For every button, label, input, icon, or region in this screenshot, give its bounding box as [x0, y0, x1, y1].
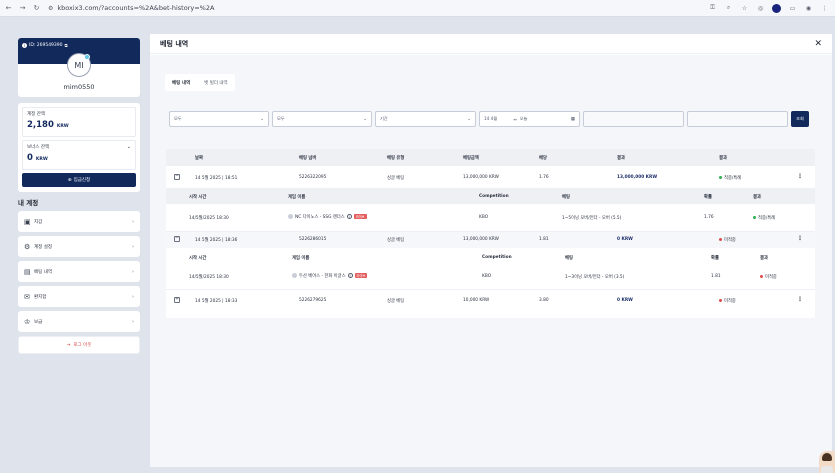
page-title: 베팅 내역 — [160, 39, 189, 48]
sidebar-item-wallet[interactable]: ▣ 지갑 › — [18, 211, 140, 232]
status-badge: 미적중 — [760, 274, 777, 280]
more-icon[interactable]: ⋮ — [820, 4, 829, 13]
bonus-balance[interactable]: 보너스 잔액 ⌄ 0 KRW — [22, 140, 136, 170]
deposit-button[interactable]: ⊕ 입금신청 — [22, 173, 136, 187]
sidebar-item-inbox[interactable]: ✉ 환지함 › — [18, 286, 140, 307]
more-options-icon[interactable]: ⋮ — [797, 296, 803, 303]
extension-icon[interactable]: ◎ — [756, 4, 765, 13]
chevron-right-icon: › — [132, 218, 134, 225]
main-balance: 계정 잔액 2,180 KRW — [22, 107, 136, 137]
close-icon[interactable]: ✕ — [814, 39, 822, 49]
chevron-down-icon: ⌄ — [260, 116, 264, 122]
panel-header: 베팅 내역 ✕ — [150, 34, 832, 54]
username: mim0550 — [63, 83, 95, 91]
status-badge: 적중/특례 — [719, 175, 741, 181]
tab-bet-builder-history[interactable]: 벳 빌더 내역 — [200, 77, 232, 89]
chevron-right-icon: › — [132, 318, 134, 325]
info-icon[interactable]: i — [346, 214, 352, 219]
url-text: kboxix3.com/?accounts=%2A&bet-history=%2… — [57, 4, 215, 12]
sidebar-item-bet-history[interactable]: ▤ 베팅 내역 › — [18, 261, 140, 282]
account-sidebar: i ID: 269549390 ⧉ MI mim0550 계정 잔액 2,180… — [18, 38, 140, 354]
filter-input-2[interactable] — [687, 111, 788, 127]
bet-history-table: 날짜 베팅 넘버 베팅 유형 베팅금액 배당 결과 결과 − 14 5월 202… — [166, 149, 815, 318]
browser-actions: ⚿ ⌕ ☆ ◎ ▭ ◉ ⋮ — [708, 3, 835, 13]
chevron-down-icon[interactable]: ⌄ — [127, 144, 131, 150]
bet-history-panel: 베팅 내역 ✕ 베팅 내역 벳 빌더 내역 모두 ⌄ 모두 ⌄ 기간 ⌄ 14 … — [150, 34, 832, 467]
period-select[interactable]: 기간 ⌄ — [375, 111, 476, 127]
address-bar[interactable]: ⚙ kboxix3.com/?accounts=%2A&bet-history=… — [48, 3, 628, 14]
tab-bet-history[interactable]: 베팅 내역 — [168, 77, 194, 89]
calendar-icon: ▦ — [570, 116, 575, 122]
profile-icon[interactable]: ◉ — [804, 4, 813, 13]
team-icon — [292, 273, 297, 278]
my-account-title: 내 계정 — [18, 199, 39, 207]
puzzle-icon[interactable] — [772, 3, 781, 13]
logout-icon: ⇥ — [66, 342, 71, 348]
team-icon — [288, 214, 293, 219]
chevron-right-icon: › — [132, 268, 134, 275]
status-badge: 미적중 — [719, 298, 736, 304]
wallet-icon: ▣ — [24, 217, 31, 226]
status-badge: 미적중 — [719, 237, 736, 243]
table-row[interactable]: − 14 5월 2025 | 18:36 5226286015 싱글 베팅 13… — [166, 232, 815, 248]
chevron-right-icon: › — [132, 293, 134, 300]
forward-icon[interactable]: → — [17, 3, 28, 14]
more-options-icon[interactable]: ⋮ — [797, 235, 803, 242]
key-icon[interactable]: ⚿ — [708, 4, 717, 13]
copy-icon[interactable]: ⧉ — [65, 43, 68, 49]
live-badge: 라이브 — [353, 214, 367, 219]
collapse-icon[interactable]: − — [174, 236, 180, 242]
back-icon[interactable]: ← — [3, 3, 14, 14]
expand-icon[interactable]: + — [174, 297, 180, 303]
sidebar-item-bonus[interactable]: ♔ 보급 › — [18, 311, 140, 332]
collapse-icon[interactable]: − — [174, 174, 180, 180]
range-arrow-icon: ↔ — [513, 116, 517, 122]
more-options-icon[interactable]: ⋮ — [797, 173, 803, 180]
filter-bar: 모두 ⌄ 모두 ⌄ 기간 ⌄ 14 4월 ↔ 오늘 ▦ 조회 — [169, 111, 809, 127]
filter-select-2[interactable]: 모두 ⌄ — [272, 111, 372, 127]
star-icon[interactable]: ☆ — [740, 4, 749, 13]
settings-icon: ⚙ — [24, 242, 31, 251]
support-chat-avatar[interactable] — [819, 451, 835, 473]
search-button[interactable]: 조회 — [791, 111, 809, 127]
logout-button[interactable]: ⇥ 로그 아웃 — [18, 336, 140, 354]
plus-circle-icon: ⊕ — [67, 177, 72, 183]
sidepanel-icon[interactable]: ▭ — [788, 4, 797, 13]
history-tabs: 베팅 내역 벳 빌더 내역 — [165, 74, 235, 91]
info-icon: i — [22, 43, 27, 48]
date-range-picker[interactable]: 14 4월 ↔ 오늘 ▦ — [479, 111, 580, 127]
profile-card: i ID: 269549390 ⧉ MI mim0550 — [18, 38, 140, 97]
table-header — [166, 149, 815, 166]
chevron-right-icon: › — [132, 243, 134, 250]
filter-input-1[interactable] — [583, 111, 684, 127]
info-icon[interactable]: i — [347, 273, 353, 278]
gift-icon: ♔ — [24, 317, 31, 326]
reload-icon[interactable]: ↻ — [31, 3, 42, 14]
user-id: ID: 269549390 — [29, 43, 63, 48]
sidebar-item-settings[interactable]: ⚙ 계정 설정 › — [18, 236, 140, 257]
site-settings-icon[interactable]: ⚙ — [48, 5, 53, 12]
balance-card: 계정 잔액 2,180 KRW 보너스 잔액 ⌄ 0 KRW ⊕ 입금신청 — [18, 103, 140, 192]
inbox-icon: ✉ — [24, 292, 30, 301]
browser-toolbar: ← → ↻ ⚙ kboxix3.com/?accounts=%2A&bet-hi… — [0, 0, 835, 17]
chevron-down-icon: ⌄ — [363, 116, 367, 122]
history-icon: ▤ — [24, 267, 31, 276]
chevron-down-icon: ⌄ — [467, 116, 471, 122]
verified-badge-icon — [84, 54, 90, 60]
zoom-icon[interactable]: ⌕ — [724, 4, 733, 13]
filter-select-1[interactable]: 모두 ⌄ — [169, 111, 269, 127]
status-badge: 적중/특례 — [753, 215, 775, 221]
live-badge: 라이브 — [354, 273, 368, 278]
